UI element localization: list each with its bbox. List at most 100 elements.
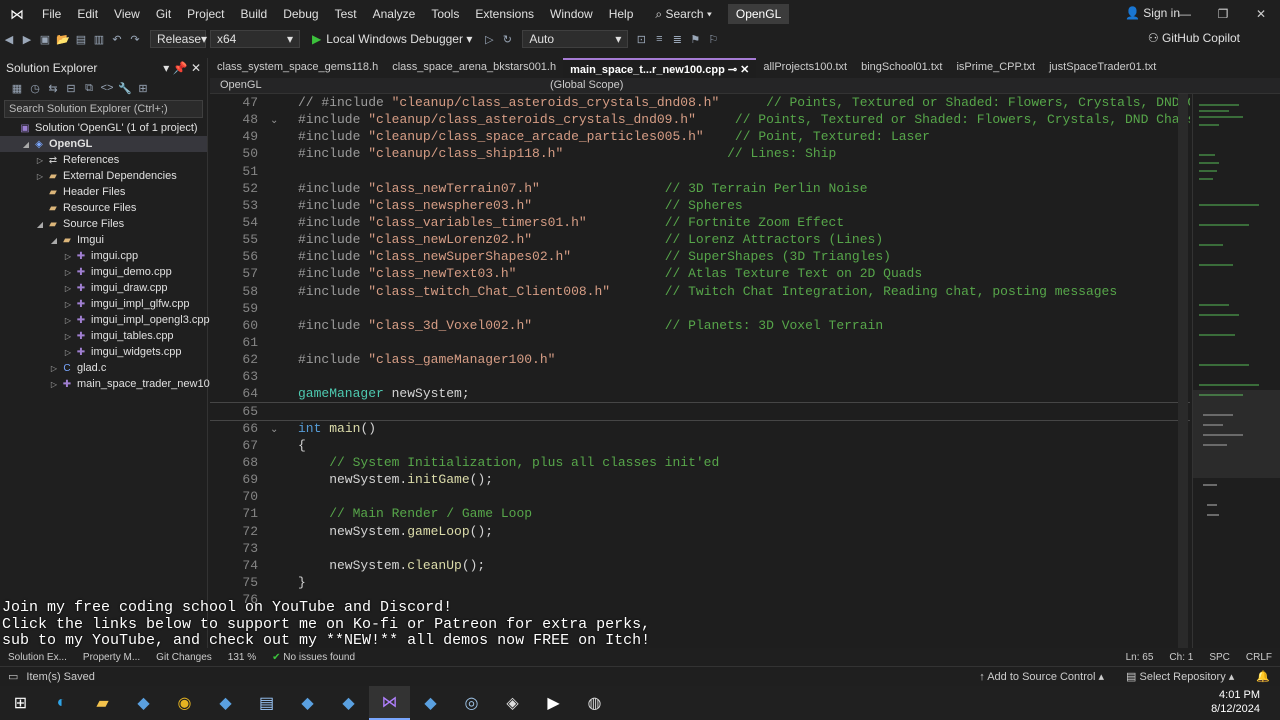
tree-item[interactable]: ▰ Resource Files: [0, 200, 207, 216]
code-line[interactable]: 73: [210, 540, 1190, 557]
tab-git-changes[interactable]: Git Changes: [148, 652, 220, 663]
steam-icon[interactable]: ◎: [451, 686, 492, 720]
tree-item[interactable]: ▷ ✚ imgui_demo.cpp: [0, 264, 207, 280]
line-number[interactable]: Ln: 65: [1118, 652, 1162, 663]
platform-select[interactable]: x64 ▾: [210, 30, 300, 48]
menu-item-edit[interactable]: Edit: [69, 7, 106, 21]
github-copilot-button[interactable]: ⚇ GitHub Copilot: [1148, 31, 1240, 45]
preview-icon[interactable]: ⊞: [134, 82, 152, 95]
solution-search-input[interactable]: Search Solution Explorer (Ctrl+;): [4, 100, 203, 118]
notifications-icon[interactable]: 🔔: [1256, 670, 1270, 683]
document-tab[interactable]: justSpaceTrader01.txt: [1042, 58, 1163, 78]
open-icon[interactable]: 📂: [54, 33, 72, 46]
search-button[interactable]: ⌕ Search ▾: [647, 7, 719, 22]
code-line[interactable]: 61: [210, 334, 1190, 351]
tree-item[interactable]: ▷ Cglad.c: [0, 360, 207, 376]
document-tab[interactable]: isPrime_CPP.txt: [949, 58, 1042, 78]
maximize-icon[interactable]: ❐: [1204, 0, 1242, 28]
pin-icon[interactable]: 📌: [173, 61, 188, 75]
refresh-icon[interactable]: ↻: [498, 33, 516, 46]
collapse-all-icon[interactable]: ⊟: [62, 82, 80, 95]
tab-property-manager[interactable]: Property M...: [75, 652, 148, 663]
menu-item-analyze[interactable]: Analyze: [365, 7, 424, 21]
expand-arrow-icon[interactable]: ▷: [48, 361, 60, 377]
properties-icon[interactable]: 🔧: [116, 82, 134, 95]
code-line[interactable]: 65: [210, 401, 1190, 421]
obs-icon[interactable]: ◍: [574, 686, 615, 720]
menu-item-extensions[interactable]: Extensions: [467, 7, 542, 21]
app-icon[interactable]: ◆: [410, 686, 451, 720]
edge-icon[interactable]: ◐: [41, 686, 82, 720]
code-line[interactable]: 70: [210, 488, 1190, 505]
document-tab[interactable]: class_space_arena_bkstars001.h: [385, 58, 563, 78]
show-all-files-icon[interactable]: ⧉: [80, 82, 98, 95]
line-endings[interactable]: CRLF: [1238, 652, 1280, 663]
expand-arrow-icon[interactable]: ▷: [48, 377, 60, 393]
system-clock[interactable]: 4:01 PM 8/12/2024: [1211, 688, 1260, 716]
tree-item[interactable]: ▰ Header Files: [0, 184, 207, 200]
expand-arrow-icon[interactable]: ▷: [62, 249, 74, 265]
vertical-scrollbar[interactable]: [1178, 94, 1188, 654]
menu-item-git[interactable]: Git: [148, 7, 179, 21]
menu-item-tools[interactable]: Tools: [423, 7, 467, 21]
app-icon[interactable]: ◆: [205, 686, 246, 720]
add-to-source-control-button[interactable]: ↑ Add to Source Control ▴: [979, 670, 1104, 683]
chevron-down-icon[interactable]: ▾: [163, 61, 169, 75]
tree-item[interactable]: ▷ ✚ main_space_trader_new100.c: [0, 376, 224, 393]
code-line[interactable]: 75}: [210, 574, 1190, 591]
menu-item-help[interactable]: Help: [601, 7, 642, 21]
visual-studio-icon[interactable]: ⋈: [369, 686, 410, 720]
start-without-debugging-icon[interactable]: ▷: [480, 33, 498, 46]
expand-arrow-icon[interactable]: ▷: [34, 153, 46, 169]
code-area[interactable]: 47 // #include "cleanup/class_asteroids_c…: [210, 94, 1190, 604]
code-line[interactable]: 71 // Main Render / Game Loop: [210, 505, 1190, 522]
code-line[interactable]: 66 ⌄ int main(): [210, 420, 1190, 437]
issues-indicator[interactable]: ✔ No issues found: [264, 652, 363, 663]
tree-item[interactable]: ▷ ✚ imgui_impl_opengl3.cpp: [0, 312, 210, 329]
code-line[interactable]: 58 #include "class_twitch_Chat_Client008.…: [210, 283, 1190, 300]
windows-start-icon[interactable]: ⊞: [0, 686, 41, 720]
scope-dropdown[interactable]: (Global Scope): [540, 78, 633, 93]
expand-arrow-icon[interactable]: ▷: [62, 313, 74, 329]
menu-item-project[interactable]: Project: [179, 7, 232, 21]
expand-arrow-icon[interactable]: ▷: [62, 329, 74, 345]
expand-arrow-icon[interactable]: ▷: [62, 345, 74, 361]
undo-icon[interactable]: ↶: [108, 33, 126, 46]
code-line[interactable]: 47 // #include "cleanup/class_asteroids_c…: [210, 94, 1190, 111]
expand-arrow-icon[interactable]: ▷: [62, 281, 74, 297]
expand-arrow-icon[interactable]: ▷: [62, 297, 74, 313]
code-line[interactable]: 53 #include "class_newsphere03.h" // Sphe…: [210, 197, 1190, 214]
epic-icon[interactable]: ◈: [492, 686, 533, 720]
code-line[interactable]: 64 gameManager newSystem;: [210, 385, 1190, 402]
expand-arrow-icon[interactable]: ◢: [34, 217, 46, 233]
close-icon[interactable]: ✕: [191, 61, 201, 75]
save-icon[interactable]: ▤: [72, 33, 90, 46]
code-line[interactable]: 51: [210, 163, 1190, 180]
code-line[interactable]: 57 #include "class_newText03.h" // Atlas …: [210, 265, 1190, 282]
next-bookmark-icon[interactable]: ⚐: [704, 33, 722, 46]
tree-item[interactable]: ▷ ✚ imgui_impl_glfw.cpp: [0, 296, 207, 312]
tree-item[interactable]: ◢ ◈ OpenGL: [0, 136, 207, 152]
tree-item[interactable]: ▷ ✚ imgui_widgets.cpp: [0, 344, 207, 360]
uncomment-icon[interactable]: ≣: [668, 33, 686, 46]
redo-icon[interactable]: ↷: [126, 33, 144, 46]
column-number[interactable]: Ch: 1: [1161, 652, 1201, 663]
forward-icon[interactable]: ▶: [18, 33, 36, 46]
code-line[interactable]: 54 #include "class_variables_timers01.h" …: [210, 214, 1190, 231]
app-icon[interactable]: ◆: [287, 686, 328, 720]
code-line[interactable]: 68 // System Initialization, plus all cl…: [210, 454, 1190, 471]
code-line[interactable]: 74 newSystem.cleanUp();: [210, 557, 1190, 574]
tree-item[interactable]: ◢ ▰ Source Files: [0, 216, 207, 232]
document-tab[interactable]: main_space_t...r_new100.cpp ⊸ ✕: [563, 58, 757, 78]
tree-item[interactable]: ▷ ▰ External Dependencies: [0, 168, 207, 184]
code-line[interactable]: 72 newSystem.gameLoop();: [210, 523, 1190, 540]
expand-arrow-icon[interactable]: ▷: [34, 169, 46, 185]
tab-solution-explorer[interactable]: Solution Ex...: [0, 652, 75, 663]
menu-item-build[interactable]: Build: [233, 7, 276, 21]
menu-item-file[interactable]: File: [34, 7, 69, 21]
tree-item[interactable]: ▣ Solution 'OpenGL' (1 of 1 project): [0, 120, 207, 136]
document-tab[interactable]: class_system_space_gems118.h: [210, 58, 385, 78]
expand-arrow-icon[interactable]: ▷: [62, 265, 74, 281]
menu-item-test[interactable]: Test: [327, 7, 365, 21]
back-icon[interactable]: ◀: [0, 33, 18, 46]
